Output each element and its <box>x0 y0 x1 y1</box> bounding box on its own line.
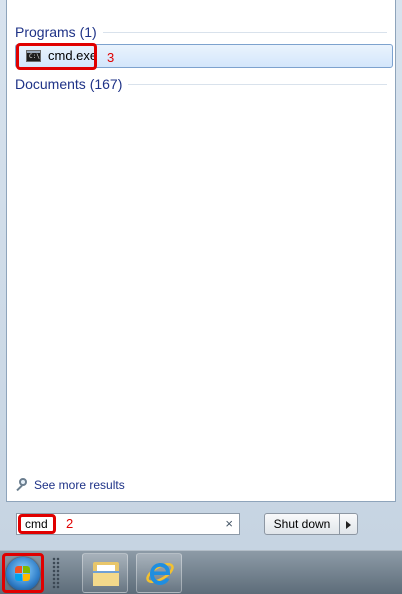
taskbar-gripper[interactable] <box>52 557 60 589</box>
see-more-results-link[interactable]: See more results <box>15 476 125 494</box>
divider <box>128 83 387 85</box>
shutdown-control: Shut down <box>264 513 358 535</box>
divider <box>102 31 387 33</box>
shutdown-options-arrow-icon[interactable] <box>340 513 358 535</box>
clear-icon[interactable]: × <box>225 516 233 531</box>
magnifier-icon <box>15 477 31 493</box>
taskbar-button-ie[interactable] <box>136 553 182 593</box>
group-header-documents[interactable]: Documents (167) <box>15 74 387 94</box>
group-title: Programs (1) <box>15 24 97 40</box>
shutdown-button[interactable]: Shut down <box>264 513 340 535</box>
see-more-label: See more results <box>34 478 125 492</box>
search-results-pane: Programs (1) C:\ cmd.exe Documents (167)… <box>6 0 396 502</box>
group-header-programs[interactable]: Programs (1) <box>15 22 387 42</box>
annotation-box-result <box>16 43 97 70</box>
start-menu: Programs (1) C:\ cmd.exe Documents (167)… <box>0 0 402 550</box>
annotation-step-2: 2 <box>66 516 74 531</box>
taskbar <box>0 550 402 594</box>
annotation-box-start <box>2 553 44 593</box>
annotation-box-search <box>18 514 56 534</box>
group-title: Documents (167) <box>15 76 123 92</box>
taskbar-button-explorer[interactable] <box>82 553 128 593</box>
annotation-step-3: 3 <box>107 50 115 65</box>
windows-explorer-icon <box>93 562 119 586</box>
internet-explorer-icon <box>146 563 174 585</box>
